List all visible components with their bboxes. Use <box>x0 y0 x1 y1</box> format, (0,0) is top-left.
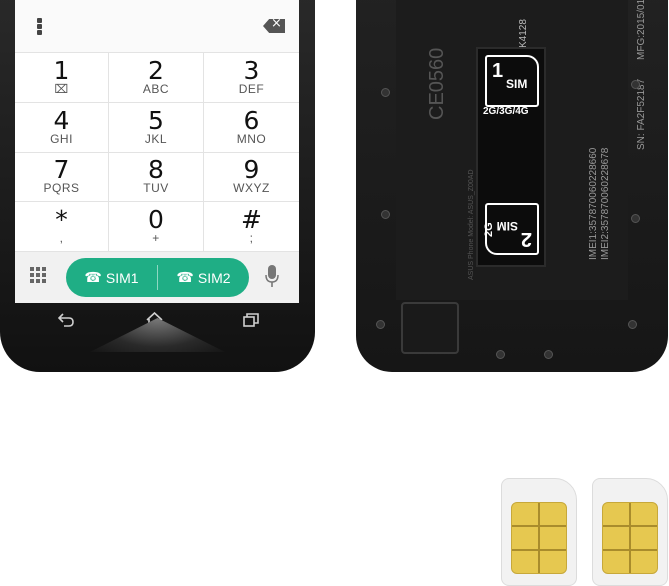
fingerprint-sensor <box>401 302 459 354</box>
key-digit: 9 <box>243 155 260 185</box>
key-letters: ABC <box>142 81 170 96</box>
sim1-number: 1 <box>492 60 504 82</box>
imei2-text: IMEI2:357870060228678 <box>600 147 611 260</box>
dial-key-4[interactable]: 4 GHI <box>15 102 109 153</box>
key-letters: ; <box>249 231 254 246</box>
key-letters: WXYZ <box>233 181 270 196</box>
dial-key-8[interactable]: 8 TUV <box>109 152 204 203</box>
k-label: K4128 <box>518 19 529 48</box>
key-digit: 6 <box>243 105 260 135</box>
key-digit: 8 <box>148 155 164 185</box>
phone-front: 1⌧2ABC3DEF4GHI5JKL6MNO7PQRS8TUV9WXYZ*,0+… <box>0 0 315 372</box>
overflow-menu-icon[interactable] <box>37 18 45 36</box>
call-sim-selector: ☎ SIM1 ☎ SIM2 <box>66 258 249 297</box>
key-letters: PQRS <box>43 181 80 196</box>
sim-card-1 <box>501 478 577 586</box>
serial-number: SN: FA2F52187 <box>636 78 647 150</box>
key-letters: + <box>152 231 160 246</box>
key-digit: 0 <box>148 205 164 235</box>
key-letters: ⌧ <box>54 81 69 96</box>
dial-key-5[interactable]: 5 JKL <box>109 102 204 153</box>
dialer-header <box>15 0 299 53</box>
dialer-bottom-bar: ☎ SIM1 ☎ SIM2 <box>15 252 299 303</box>
sim-chip <box>602 502 658 574</box>
phone-icon: ☎ <box>176 269 194 286</box>
key-letters: GHI <box>50 131 73 146</box>
key-digit: 2 <box>148 55 164 85</box>
sim-chip <box>511 502 567 574</box>
sim1-slot-outline: 1 SIM <box>485 55 539 107</box>
imei1-text: IMEI1:357870060228660 <box>588 147 599 260</box>
sim1-label: SIM1 <box>105 269 139 286</box>
key-digit: 5 <box>148 105 164 135</box>
key-letters: MNO <box>236 131 267 146</box>
sim1-network-label: 2G/3G/4G <box>483 106 529 117</box>
sim2-label: SIM2 <box>197 269 231 286</box>
sim1-slot-label: SIM <box>506 77 528 91</box>
key-digit: 4 <box>53 105 70 135</box>
dial-key-hash[interactable]: #; <box>204 202 299 252</box>
dial-key-1[interactable]: 1 ⌧ <box>15 53 109 103</box>
dial-key-star[interactable]: *, <box>15 202 109 252</box>
key-digit: 3 <box>243 55 260 85</box>
ce-mark: CE0560 <box>426 47 448 120</box>
key-letters: DEF <box>238 81 265 96</box>
backspace-icon[interactable] <box>263 19 285 33</box>
key-digit: 7 <box>53 155 70 185</box>
call-sim2-button[interactable]: ☎ SIM2 <box>158 258 249 297</box>
dialer-screen: 1⌧2ABC3DEF4GHI5JKL6MNO7PQRS8TUV9WXYZ*,0+… <box>15 0 299 303</box>
key-digit: # <box>241 205 262 235</box>
dial-key-9[interactable]: 9 WXYZ <box>204 153 299 203</box>
dial-key-0[interactable]: 0 + <box>109 202 204 252</box>
recent-apps-icon[interactable] <box>243 313 259 327</box>
dial-key-2[interactable]: 2 ABC <box>109 53 204 103</box>
sim-tray: 1 SIM 2G/3G/4G 2 SIM 2G <box>476 47 546 267</box>
dial-keypad: 1 ⌧ 2 ABC 3 DEF 4 GHI 5 JKL 6 MNO 7 PQRS 8 TUV 9 WXYZ *, 0 +… <box>15 53 299 252</box>
key-digit: 1 <box>53 55 70 85</box>
phone-back: CE0560 ASUS Phone Model: ASUS_Z00AD K412… <box>356 0 668 372</box>
key-letters: , <box>59 231 64 246</box>
sim2-slot-label: SIM <box>496 219 518 233</box>
back-icon[interactable] <box>58 313 74 327</box>
dial-key-7[interactable]: 7 PQRS <box>15 152 109 203</box>
phone-icon: ☎ <box>84 269 102 286</box>
key-letters: JKL <box>144 131 168 146</box>
dialpad-icon[interactable] <box>30 267 50 287</box>
sim-card-2 <box>592 478 668 586</box>
microphone-icon[interactable] <box>265 265 279 289</box>
model-text: ASUS Phone Model: ASUS_Z00AD <box>468 169 475 280</box>
sim2-number: 2 <box>520 228 532 250</box>
key-letters: TUV <box>143 181 169 196</box>
dial-key-3[interactable]: 3 DEF <box>204 53 299 103</box>
key-digit: * <box>55 205 68 235</box>
manufacture-date: MFG:2015/01 <box>636 0 647 60</box>
sim2-network-label: 2G <box>483 222 495 237</box>
dial-key-6[interactable]: 6 MNO <box>204 103 299 153</box>
call-sim1-button[interactable]: ☎ SIM1 <box>66 258 157 297</box>
